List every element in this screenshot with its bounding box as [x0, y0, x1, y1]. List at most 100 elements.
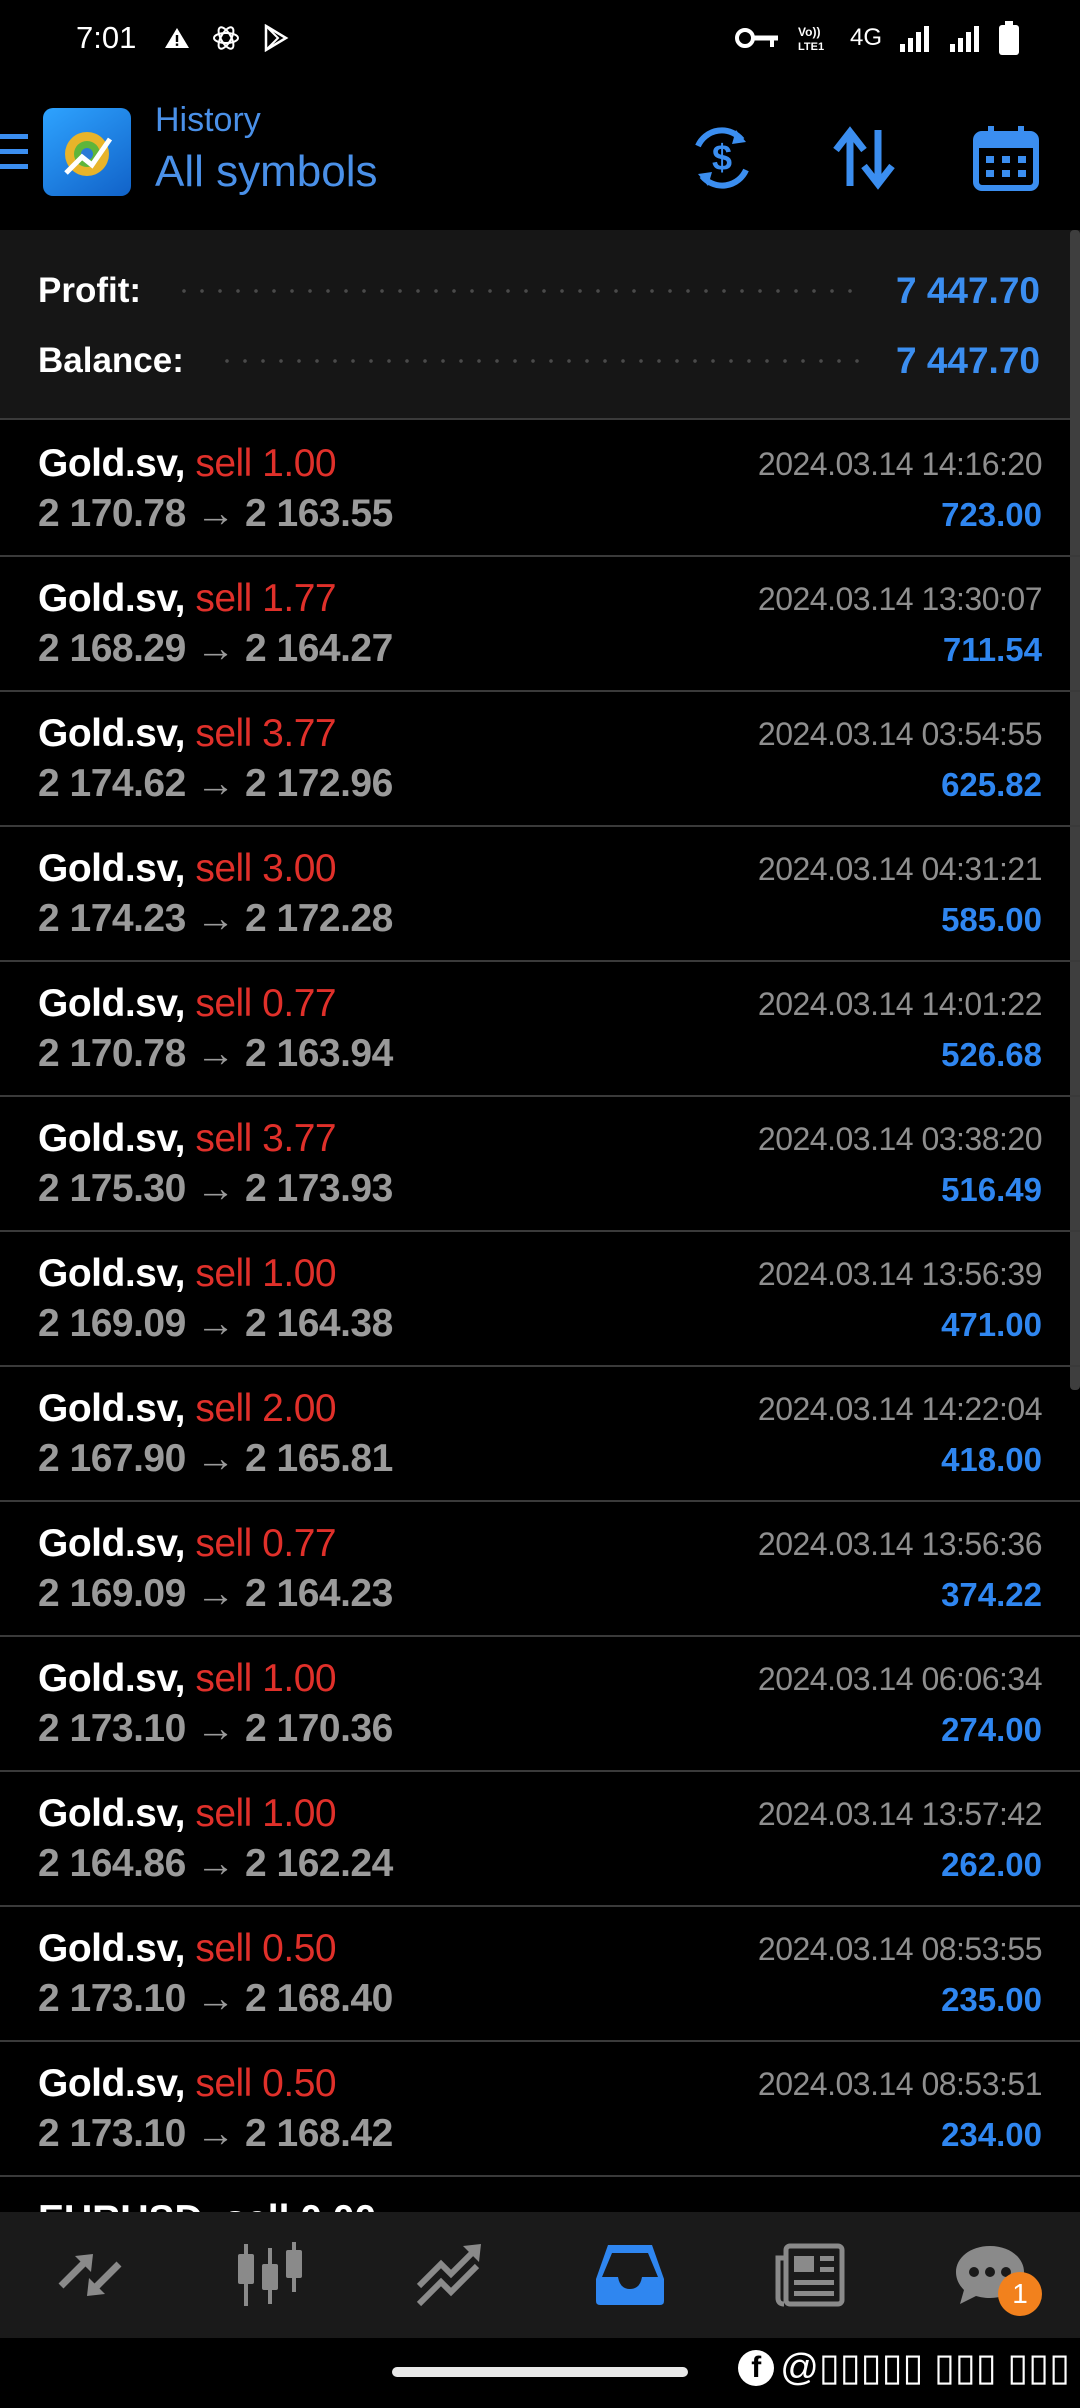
trade-profit: 274.00: [941, 1711, 1042, 1748]
nav-news[interactable]: [720, 2212, 900, 2338]
trade-symbol: Gold.sv, sell 2.00: [38, 1387, 337, 1431]
symbol-text: Gold.sv,: [38, 1117, 185, 1160]
trade-side: sell 1.00: [195, 1252, 337, 1295]
signal-strength-icon: [900, 26, 929, 52]
trade-time: 2024.03.14 14:16:20: [757, 446, 1043, 482]
battery-icon: [999, 21, 1019, 55]
network-type: 4G: [849, 24, 882, 51]
trade-row[interactable]: Gold.sv, sell 3.00 2 174.23 → 2 172.28 2…: [0, 827, 1080, 962]
trade-side: sell 0.50: [195, 2062, 337, 2105]
symbol-text: Gold.sv,: [38, 982, 185, 1025]
trade-symbol: Gold.sv, sell 0.77: [38, 982, 337, 1026]
status-system-icons: Vo)) LTE1 4G: [734, 21, 1020, 55]
dotted-leader: [217, 359, 860, 363]
trade-prices: 2 164.86 → 2 162.24: [38, 1842, 393, 1885]
quotes-icon: [58, 2254, 122, 2296]
app-header: History All symbols $: [0, 76, 1080, 230]
trade-row[interactable]: Gold.sv, sell 0.77 2 170.78 → 2 163.94 2…: [0, 962, 1080, 1097]
trade-row[interactable]: Gold.sv, sell 3.77 2 175.30 → 2 173.93 2…: [0, 1097, 1080, 1232]
trade-prices: 2 173.10 → 2 170.36: [38, 1707, 393, 1750]
trade-row[interactable]: Gold.sv, sell 0.50 2 173.10 → 2 168.42 2…: [0, 2042, 1080, 2177]
trade-symbol: Gold.sv, sell 3.00: [38, 847, 337, 891]
trade-row[interactable]: Gold.sv, sell 3.77 2 174.62 → 2 172.96 2…: [0, 692, 1080, 827]
signal-strength-2-icon: [950, 26, 979, 52]
status-bar: 7:01 Vo)) LTE1 4G: [0, 0, 1080, 76]
partial-row-text: EURUSD, sell 0.00: [38, 2200, 376, 2212]
dotted-leader: [175, 289, 860, 293]
svg-text:$: $: [712, 137, 732, 178]
calendar-button[interactable]: [968, 120, 1044, 196]
trade-profit: 585.00: [941, 901, 1042, 938]
trade-symbol: Gold.sv, sell 1.00: [38, 1252, 337, 1296]
trade-row[interactable]: Gold.sv, sell 1.00 2 164.86 → 2 162.24 2…: [0, 1772, 1080, 1907]
nav-chart[interactable]: [180, 2212, 360, 2338]
trade-row[interactable]: Gold.sv, sell 1.00 2 173.10 → 2 170.36 2…: [0, 1637, 1080, 1772]
symbol-text: Gold.sv,: [38, 1252, 185, 1295]
symbol-text: Gold.sv,: [38, 1927, 185, 1970]
facebook-icon: f: [738, 2349, 775, 2386]
trade-symbol: Gold.sv, sell 3.77: [38, 1117, 337, 1161]
trade-time: 2024.03.14 08:53:51: [757, 2066, 1043, 2102]
trade-profit: 418.00: [941, 1441, 1042, 1478]
title-block: History All symbols: [155, 101, 378, 201]
trade-profit: 711.54: [942, 631, 1042, 668]
trade-time: 2024.03.14 13:57:42: [757, 1796, 1043, 1832]
symbol-text: Gold.sv,: [38, 577, 185, 620]
calendar-icon: [973, 126, 1039, 191]
trade-side: sell 2.00: [195, 1387, 337, 1430]
account-summary: Profit: 7 447.70 Balance: 7 447.70: [0, 230, 1080, 420]
sort-button[interactable]: [826, 120, 902, 196]
nav-quotes[interactable]: [0, 2212, 180, 2338]
balance-value: 7 447.70: [895, 340, 1040, 381]
trade-prices: 2 174.62 → 2 172.96: [38, 762, 393, 805]
trade-row[interactable]: Gold.sv, sell 1.77 2 168.29 → 2 164.27 2…: [0, 557, 1080, 692]
trade-profit: 526.68: [941, 1036, 1042, 1073]
trade-time: 2024.03.14 03:54:55: [757, 716, 1043, 752]
trade-side: sell 1.00: [195, 1792, 337, 1835]
metatrader-logo-icon: [64, 132, 113, 176]
symbol-text: Gold.sv,: [38, 442, 185, 485]
screen-title: History: [155, 101, 261, 139]
trade-row[interactable]: Gold.sv, sell 0.77 2 169.09 → 2 164.23 2…: [0, 1502, 1080, 1637]
trade-row[interactable]: Gold.sv, sell 2.00 2 167.90 → 2 165.81 2…: [0, 1367, 1080, 1502]
nav-messages[interactable]: 1: [900, 2212, 1080, 2338]
trade-row[interactable]: Gold.sv, sell 0.50 2 173.10 → 2 168.40 2…: [0, 1907, 1080, 2042]
symbol-text: Gold.sv,: [38, 712, 185, 755]
nav-trade[interactable]: [360, 2212, 540, 2338]
trade-prices: 2 167.90 → 2 165.81: [38, 1437, 393, 1480]
symbol-text: Gold.sv,: [38, 1522, 185, 1565]
currency-exchange-button[interactable]: $: [684, 120, 760, 196]
trade-symbol: Gold.sv, sell 1.00: [38, 1792, 337, 1836]
trade-row-partial[interactable]: EURUSD, sell 0.00: [38, 2200, 398, 2212]
trade-row[interactable]: Gold.sv, sell 1.00 2 169.09 → 2 164.38 2…: [0, 1232, 1080, 1367]
trade-prices: 2 173.10 → 2 168.40: [38, 1977, 393, 2020]
watermark: f @▯▯▯▯▯ ▯▯▯ ▯▯▯: [738, 2345, 1070, 2390]
trade-time: 2024.03.14 08:53:55: [757, 1931, 1043, 1967]
symbol-filter[interactable]: All symbols: [155, 143, 378, 200]
status-notification-icons: [164, 24, 290, 52]
trade-side: sell 0.50: [195, 1927, 337, 1970]
atom-icon: [213, 26, 240, 50]
trade-prices: 2 170.78 → 2 163.94: [38, 1032, 393, 1075]
trade-symbol: Gold.sv, sell 0.50: [38, 2062, 337, 2106]
trade-symbol: Gold.sv, sell 3.77: [38, 712, 337, 756]
trade-profit: 723.00: [941, 496, 1042, 533]
trade-time: 2024.03.14 13:56:39: [757, 1256, 1043, 1292]
profit-row: Profit: 7 447.70: [38, 266, 1040, 316]
bottom-navigation: 1: [0, 2212, 1080, 2338]
app-logo[interactable]: [43, 108, 131, 196]
home-indicator[interactable]: [392, 2367, 688, 2377]
menu-icon[interactable]: [0, 130, 30, 174]
trade-profit: 235.00: [941, 1981, 1042, 2018]
symbol-text: Gold.sv,: [38, 1792, 185, 1835]
chart-icon: [238, 2242, 302, 2306]
trade-side: sell 0.77: [195, 1522, 337, 1565]
trade-side: sell 1.77: [195, 577, 337, 620]
nav-history[interactable]: [540, 2212, 720, 2338]
trade-side: sell 1.00: [195, 1657, 337, 1700]
trade-symbol: Gold.sv, sell 1.00: [38, 442, 337, 486]
trade-row[interactable]: Gold.sv, sell 1.00 2 170.78 → 2 163.55 2…: [0, 422, 1080, 557]
balance-row: Balance: 7 447.70: [38, 336, 1040, 386]
symbol-text: Gold.sv,: [38, 1657, 185, 1700]
trade-profit: 471.00: [941, 1306, 1042, 1343]
